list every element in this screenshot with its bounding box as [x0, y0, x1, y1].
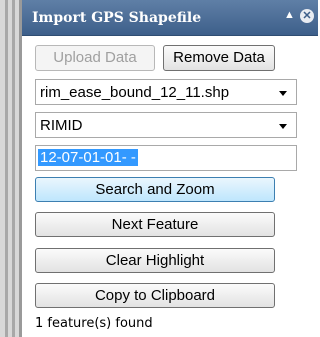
field-select[interactable]: RIMID: [35, 112, 297, 138]
import-gps-panel: Import GPS Shapefile ▲ ✕ Upload Data Rem…: [22, 0, 318, 337]
shapefile-select-value: rim_ease_bound_12_11.shp: [40, 84, 230, 101]
next-feature-button[interactable]: Next Feature: [35, 212, 275, 237]
status-text: 1 feature(s) found: [35, 316, 153, 331]
panel-title: Import GPS Shapefile: [32, 10, 202, 26]
chevron-down-icon: [279, 91, 287, 96]
upload-data-button[interactable]: Upload Data: [35, 45, 155, 71]
search-and-zoom-button[interactable]: Search and Zoom: [35, 177, 275, 202]
copy-to-clipboard-button[interactable]: Copy to Clipboard: [35, 283, 275, 308]
search-input[interactable]: 12-07-01-01- -: [35, 145, 297, 171]
field-select-value: RIMID: [40, 117, 83, 134]
close-icon[interactable]: ✕: [300, 9, 314, 23]
shapefile-select[interactable]: rim_ease_bound_12_11.shp: [35, 79, 297, 105]
collapse-icon[interactable]: ▲: [284, 9, 295, 21]
left-gutter: [0, 0, 22, 337]
chevron-down-icon: [279, 124, 287, 129]
panel-titlebar: Import GPS Shapefile ▲ ✕: [22, 0, 318, 36]
search-input-selected-text: 12-07-01-01- -: [38, 149, 138, 166]
clear-highlight-button[interactable]: Clear Highlight: [35, 248, 275, 273]
gutter-line: [12, 0, 15, 337]
gutter-line: [5, 0, 8, 337]
remove-data-button[interactable]: Remove Data: [163, 45, 275, 71]
